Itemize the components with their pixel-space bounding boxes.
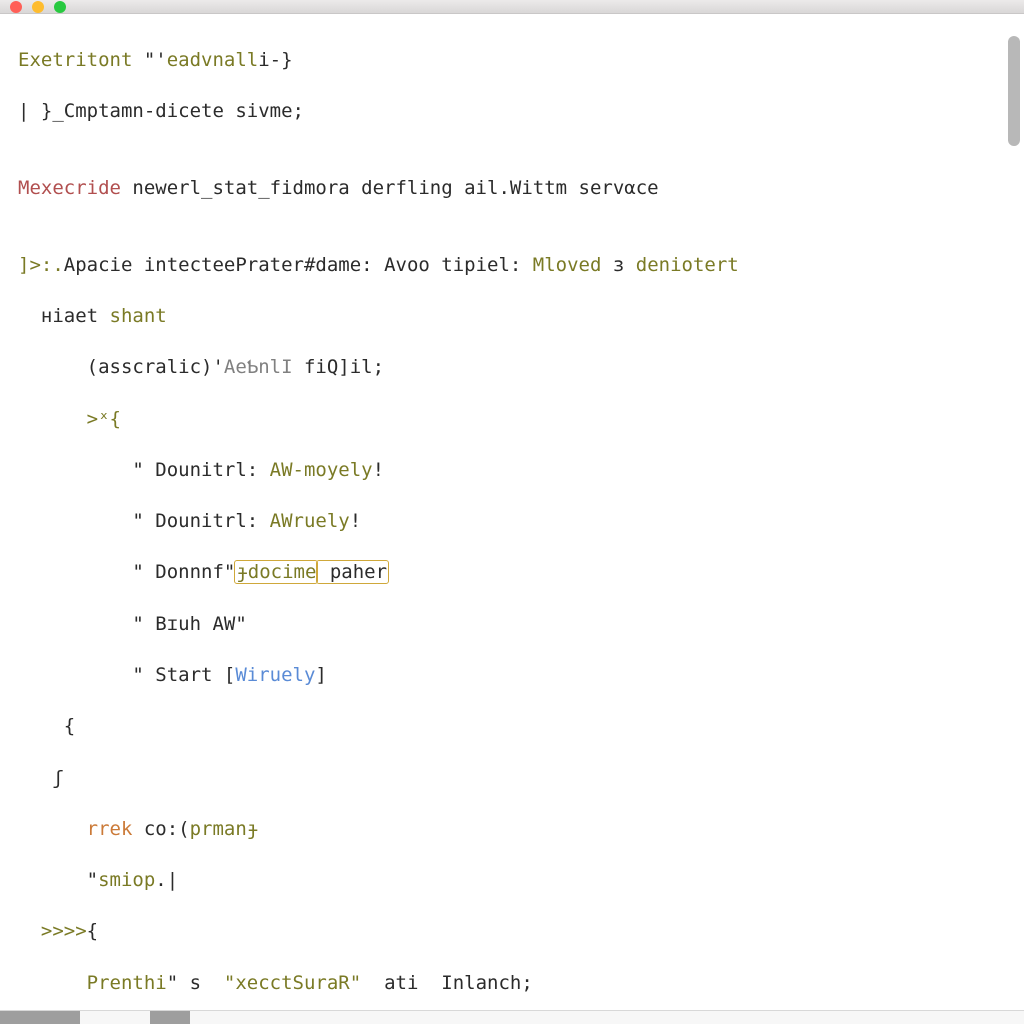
- scrollbar-thumb[interactable]: [1008, 36, 1020, 146]
- code-line: ]>:.Apacie intecteePrater#dame: Avoo tip…: [18, 253, 1010, 279]
- code-line: ʃ: [18, 766, 1010, 792]
- statusbar-segment: [190, 1011, 1024, 1024]
- code-line: " Start [Wiruely]: [18, 663, 1010, 689]
- code-line: Prenthi" s "xecctSuraR" ati Inlanch;: [18, 971, 1010, 997]
- editor-viewport[interactable]: Exetritont "'eadvnalli-} | }_Cmptamn-dic…: [0, 14, 1024, 1010]
- code-line: "smiop.|: [18, 868, 1010, 894]
- code-line: " Dounitrl: AW-moyely!: [18, 458, 1010, 484]
- code-content[interactable]: Exetritont "'eadvnalli-} | }_Cmptamn-dic…: [0, 14, 1024, 1010]
- code-line: {: [18, 714, 1010, 740]
- window-zoom-icon[interactable]: [54, 1, 66, 13]
- statusbar: [0, 1010, 1024, 1024]
- statusbar-segment[interactable]: [0, 1011, 42, 1024]
- code-line: >>>>{: [18, 919, 1010, 945]
- window-minimize-icon[interactable]: [32, 1, 44, 13]
- code-line: | }_Cmptamn-dicete sivme;: [18, 99, 1010, 125]
- editor-window: Exetritont "'eadvnalli-} | }_Cmptamn-dic…: [0, 0, 1024, 1024]
- window-close-icon[interactable]: [10, 1, 22, 13]
- code-line: нiaet shant: [18, 304, 1010, 330]
- code-line: rrek co:(prmanɟ: [18, 817, 1010, 843]
- code-line: >ˣ{: [18, 407, 1010, 433]
- statusbar-segment[interactable]: [42, 1011, 80, 1024]
- code-line: (asscralic)'AeƄnlI fiQ]il;: [18, 355, 1010, 381]
- code-line: Exetritont "'eadvnalli-}: [18, 48, 1010, 74]
- statusbar-segment: [80, 1011, 150, 1024]
- titlebar[interactable]: [0, 0, 1024, 14]
- code-line: Mexecride newerl_stat_fidmora derfling a…: [18, 176, 1010, 202]
- statusbar-segment[interactable]: [150, 1011, 190, 1024]
- code-line: " Dounitrl: AWruely!: [18, 509, 1010, 535]
- scrollbar-track[interactable]: [1010, 22, 1022, 1002]
- code-line: " Bɪuh AW": [18, 612, 1010, 638]
- code-line: " Donnnf"ɟdocime paher: [18, 560, 1010, 586]
